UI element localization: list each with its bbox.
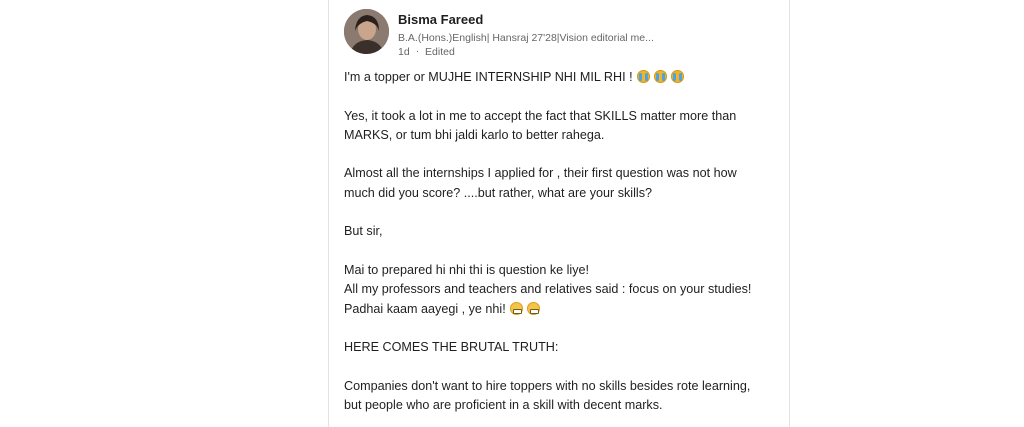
post-timestamp: 1d · Edited — [398, 45, 654, 59]
post-paragraph: Companies don't want to hire toppers wit… — [344, 377, 776, 416]
crying-face-emoji-icon — [670, 70, 684, 83]
post-line: I'm a topper or MUJHE INTERNSHIP NHI MIL… — [344, 68, 776, 87]
author-name[interactable]: Bisma Fareed — [398, 12, 654, 28]
post-line: Mai to prepared hi nhi thi is question k… — [344, 262, 590, 277]
page: Bisma Fareed B.A.(Hons.)English| Hansraj… — [0, 0, 1024, 427]
crying-face-emoji-icon — [636, 70, 650, 83]
post-paragraph: Yes, it took a lot in me to accept the f… — [344, 107, 776, 146]
post-line: But sir, — [344, 224, 383, 239]
post-line: All my professors and teachers and relat… — [344, 282, 752, 297]
post-line: MARKS, or tum bhi jaldi karlo to better … — [344, 127, 605, 142]
author-headline: B.A.(Hons.)English| Hansraj 27'28|Vision… — [398, 32, 654, 44]
avatar-photo-icon — [344, 9, 389, 54]
post-line: HERE COMES THE BRUTAL TRUTH: — [344, 340, 559, 355]
post-line: but people who are proficient in a skill… — [344, 398, 663, 413]
post-line-text: Padhai kaam aayegi , ye nhi! — [344, 301, 506, 316]
post-line: Companies don't want to hire toppers wit… — [344, 378, 751, 393]
post-paragraph: HERE COMES THE BRUTAL TRUTH: — [344, 338, 776, 357]
post-card: Bisma Fareed B.A.(Hons.)English| Hansraj… — [328, 0, 790, 427]
post-line: much did you score? ....but rather, what… — [344, 185, 652, 200]
crying-face-emoji-icon — [653, 70, 667, 83]
grimacing-face-emoji-icon — [509, 301, 523, 315]
post-line: Almost all the internships I applied for… — [344, 166, 737, 181]
post-paragraph: Mai to prepared hi nhi thi is question k… — [344, 261, 776, 319]
post-line: Padhai kaam aayegi , ye nhi! — [344, 300, 776, 319]
edited-label: Edited — [425, 46, 455, 58]
post-header: Bisma Fareed B.A.(Hons.)English| Hansraj… — [344, 9, 654, 59]
separator-dot: · — [415, 46, 420, 57]
post-line: Yes, it took a lot in me to accept the f… — [344, 108, 737, 123]
post-paragraph: Almost all the internships I applied for… — [344, 164, 776, 203]
post-body: I'm a topper or MUJHE INTERNSHIP NHI MIL… — [344, 68, 776, 427]
post-age: 1d — [398, 46, 410, 58]
grimacing-face-emoji-icon — [526, 301, 540, 315]
post-paragraph: I'm a topper or MUJHE INTERNSHIP NHI MIL… — [344, 68, 776, 87]
author-meta: Bisma Fareed B.A.(Hons.)English| Hansraj… — [398, 12, 654, 59]
avatar[interactable] — [344, 9, 389, 54]
post-line-text: I'm a topper or MUJHE INTERNSHIP NHI MIL… — [344, 70, 633, 84]
post-paragraph: But sir, — [344, 222, 776, 241]
